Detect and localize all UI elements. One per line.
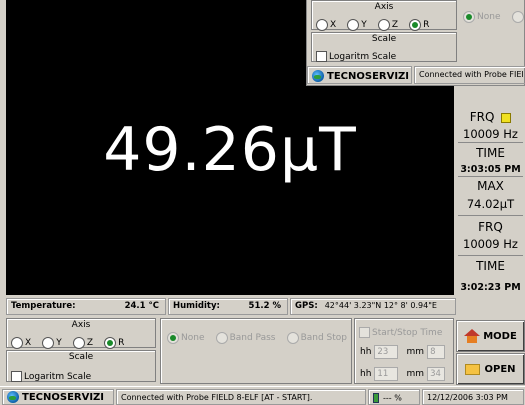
popup-scale-group: Scale Logaritm Scale bbox=[311, 32, 457, 62]
bottom-status-bar: TECNOSERVIZI Connected with Probe FIELD … bbox=[0, 386, 525, 405]
globe-icon bbox=[7, 391, 19, 403]
yellow-indicator-icon bbox=[501, 112, 512, 123]
start-mm-input[interactable]: 8 bbox=[427, 344, 446, 359]
humidity-readout: Humidity: 51.2 % bbox=[168, 298, 288, 315]
max-frq-label: FRQ bbox=[478, 220, 503, 234]
axis-radio-x[interactable] bbox=[11, 336, 23, 349]
max-time-value: 3:02:23 PM bbox=[460, 282, 521, 293]
open-button[interactable]: OPEN bbox=[456, 353, 525, 385]
max-time-label: TIME bbox=[476, 259, 505, 273]
filter-none-radio[interactable] bbox=[167, 331, 179, 344]
scale-title: Scale bbox=[68, 352, 94, 362]
popup-logaritm-checkbox[interactable] bbox=[316, 51, 327, 62]
logaritm-scale-checkbox[interactable] bbox=[11, 371, 22, 382]
home-icon bbox=[464, 329, 481, 343]
popup-filter-next-radio[interactable] bbox=[511, 10, 524, 23]
popup-scale-title: Scale bbox=[371, 34, 397, 44]
popup-radio-y[interactable] bbox=[347, 18, 360, 31]
axis-radio-r[interactable] bbox=[104, 336, 117, 349]
connection-status: Connected with Probe FIELD 8-ELF [AT - S… bbox=[116, 389, 366, 405]
popup-filter-none-radio[interactable] bbox=[463, 10, 475, 23]
gps-readout: GPS: 42°44' 3.23"N 12° 8' 0.94"E bbox=[290, 298, 456, 315]
popup-brand: TECNOSERVIZI bbox=[307, 66, 412, 84]
globe-icon bbox=[312, 70, 324, 82]
axis-radio-y[interactable] bbox=[42, 336, 55, 349]
datetime-display: 12/12/2006 3:03 PM bbox=[422, 389, 524, 405]
frq-value: 10009 Hz bbox=[463, 127, 518, 141]
filter-bandstop-radio[interactable] bbox=[286, 331, 299, 344]
time-value: 3:03:05 PM bbox=[460, 164, 521, 175]
frq-label: FRQ bbox=[456, 110, 525, 124]
popup-radio-x[interactable] bbox=[316, 18, 328, 31]
filter-group: None Band Pass Band Stop bbox=[160, 318, 352, 384]
popup-axis-title: Axis bbox=[374, 2, 394, 12]
scale-group: Scale Logaritm Scale bbox=[6, 350, 156, 382]
axis-radio-z[interactable] bbox=[72, 336, 85, 349]
popup-radio-z[interactable] bbox=[377, 18, 390, 31]
sensor-status-row: Temperature: 24.1 °C Humidity: 51.2 % GP… bbox=[6, 298, 456, 315]
popup-connection-status: Connected with Probe FIEI bbox=[414, 66, 525, 84]
max-label: MAX bbox=[477, 179, 504, 193]
time-label: TIME bbox=[476, 146, 505, 160]
temperature-readout: Temperature: 24.1 °C bbox=[6, 298, 166, 315]
popup-radio-r[interactable] bbox=[409, 18, 422, 31]
max-value: 74.02µT bbox=[466, 197, 515, 211]
stop-hh-input[interactable]: 11 bbox=[374, 366, 399, 381]
field-reading: 49.26µT bbox=[103, 115, 357, 185]
startstop-group: Start/Stop Time hh 23 mm 8 hh 11 mm 34 bbox=[354, 318, 454, 384]
battery-segment: --- % bbox=[368, 389, 420, 405]
axis-group: Axis X Y Z R bbox=[6, 318, 156, 349]
stop-mm-input[interactable]: 34 bbox=[427, 366, 446, 381]
folder-icon bbox=[465, 363, 481, 375]
popup-axis-group: Axis X Y Z R bbox=[311, 0, 457, 31]
mode-button[interactable]: MODE bbox=[456, 320, 525, 352]
popup-filter-group: None bbox=[463, 6, 524, 25]
settings-popup: Axis X Y Z R Scale Logaritm Scale None T… bbox=[306, 0, 525, 86]
battery-icon bbox=[373, 393, 379, 403]
start-hh-input[interactable]: 23 bbox=[374, 344, 399, 359]
axis-title: Axis bbox=[71, 320, 91, 330]
filter-bandpass-radio[interactable] bbox=[215, 331, 228, 344]
brand-segment: TECNOSERVIZI bbox=[2, 389, 114, 405]
startstop-checkbox[interactable] bbox=[359, 327, 370, 338]
max-frq-value: 10009 Hz bbox=[463, 237, 518, 251]
